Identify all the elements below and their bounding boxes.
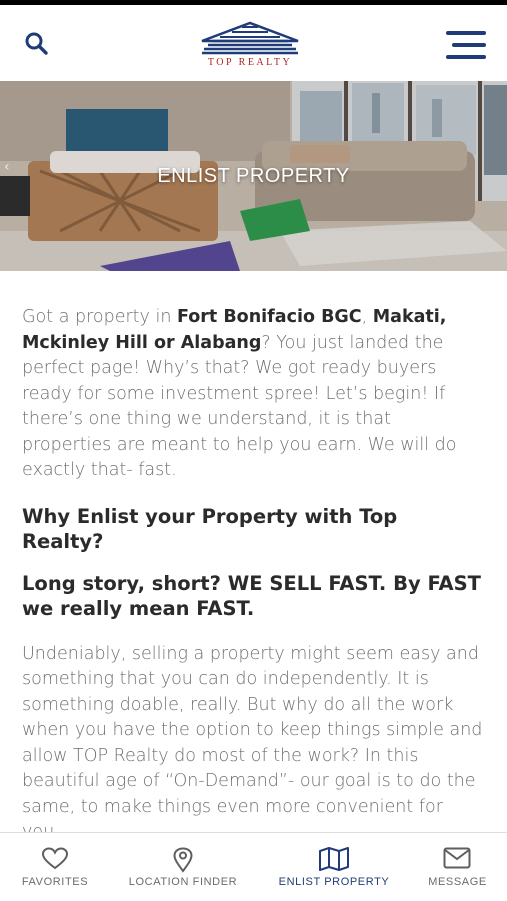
hamburger-menu-icon bbox=[452, 43, 486, 47]
search-icon bbox=[25, 32, 48, 55]
top-app-bar: TOP REALTY bbox=[0, 5, 507, 81]
nav-location-finder[interactable]: LOCATION FINDER bbox=[118, 833, 248, 901]
hero-title: ENLIST PROPERTY bbox=[157, 165, 350, 187]
intro-paragraph: Got a property in Fort Bonifacio BGC, Ma… bbox=[22, 307, 457, 480]
heart-icon bbox=[41, 847, 69, 870]
top-realty-logo[interactable]: TOP REALTY bbox=[190, 21, 310, 71]
map-pin-icon bbox=[173, 847, 193, 873]
hamburger-menu-button[interactable] bbox=[446, 29, 488, 61]
hero-banner[interactable]: ‹ ENLIST PROPERTY bbox=[0, 81, 507, 271]
nav-message[interactable]: MESSAGE bbox=[415, 833, 500, 901]
why-enlist-heading: Why Enlist your Property with Top Realty… bbox=[22, 504, 398, 553]
article-content: Got a property in Fort Bonifacio BGC, Ma… bbox=[22, 305, 484, 846]
building-logo-icon bbox=[201, 21, 299, 55]
map-icon bbox=[319, 847, 349, 871]
search-button[interactable] bbox=[22, 29, 52, 59]
logo-text: TOP REALTY bbox=[207, 57, 293, 68]
location-bgc: Fort Bonifacio BGC bbox=[176, 307, 362, 327]
nav-enlist-property[interactable]: ENLIST PROPERTY bbox=[268, 833, 400, 901]
hamburger-menu-icon bbox=[446, 31, 486, 35]
bottom-navigation: FAVORITES LOCATION FINDER ENLIST PROPERT… bbox=[0, 832, 507, 901]
sell-fast-heading: Long story, short? WE SELL FAST. By FAST… bbox=[22, 571, 481, 620]
mail-icon bbox=[443, 847, 471, 869]
nav-favorites[interactable]: FAVORITES bbox=[10, 833, 100, 901]
hamburger-menu-icon bbox=[446, 55, 486, 59]
selling-paragraph: Undeniably, selling a property might see… bbox=[22, 643, 483, 843]
